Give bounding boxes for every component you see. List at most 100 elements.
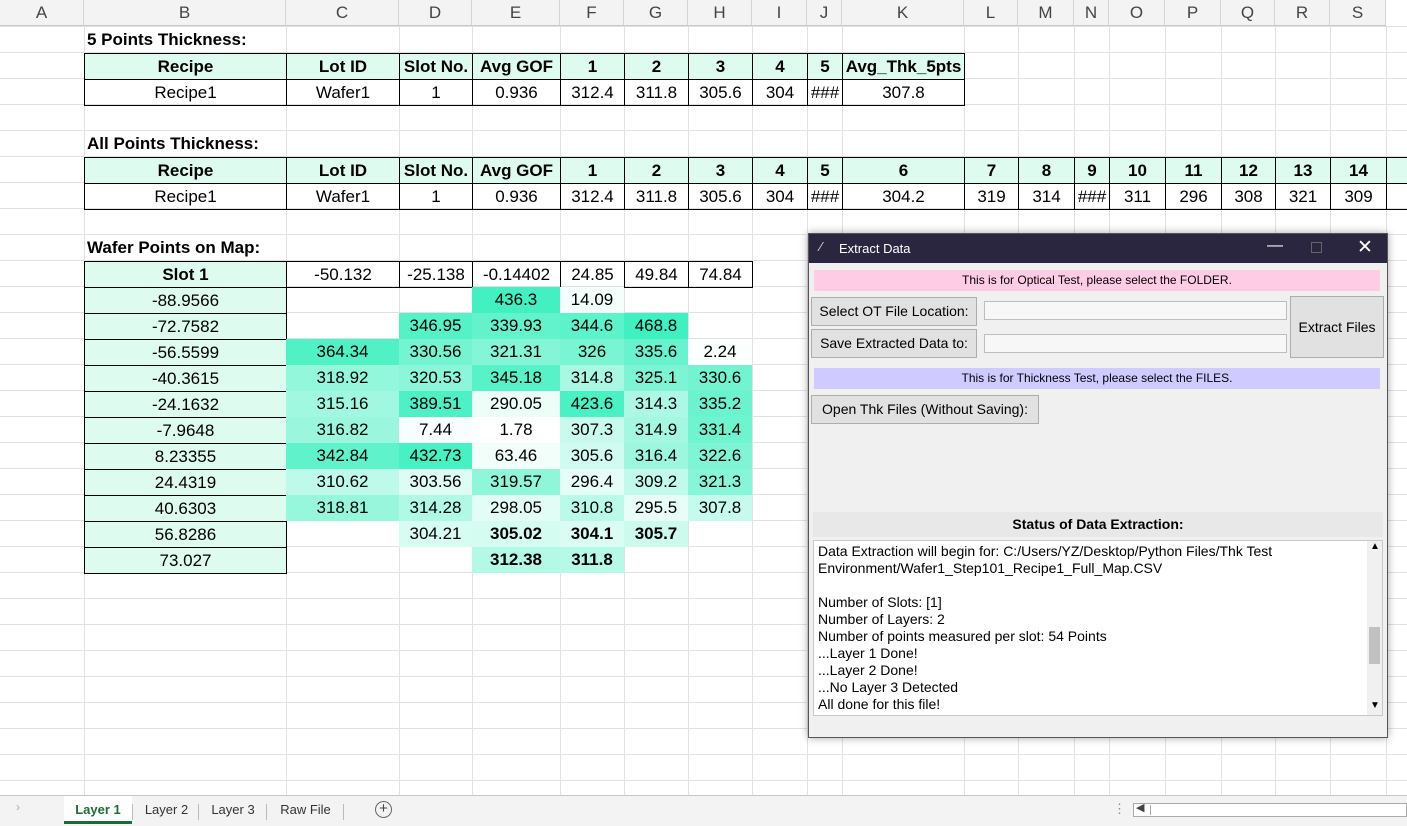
maximize-icon[interactable] xyxy=(1311,242,1322,253)
header-cell[interactable]: 4 xyxy=(752,53,808,80)
y-coord-cell[interactable]: 40.6303 xyxy=(84,495,287,522)
heatmap-cell[interactable]: 315.16 xyxy=(286,391,399,417)
data-cell[interactable]: Wafer1 xyxy=(286,79,400,106)
x-coord-cell[interactable]: -0.14402 xyxy=(472,261,561,288)
header-cell[interactable]: 1 xyxy=(560,53,625,80)
y-coord-cell[interactable]: -40.3615 xyxy=(84,365,287,392)
y-coord-cell[interactable]: -24.1632 xyxy=(84,391,287,418)
heatmap-cell[interactable]: 314.8 xyxy=(560,365,624,391)
header-cell[interactable]: 14 xyxy=(1330,157,1387,184)
heatmap-cell[interactable]: 322.6 xyxy=(688,443,752,469)
data-cell[interactable]: 304 xyxy=(752,183,808,210)
header-cell[interactable]: 2 xyxy=(624,157,689,184)
column-header[interactable]: S xyxy=(1330,0,1386,26)
sheet-tab[interactable]: Layer 3 xyxy=(200,796,266,824)
heatmap-cell[interactable]: 318.81 xyxy=(286,495,399,521)
y-coord-cell[interactable]: -88.9566 xyxy=(84,287,287,314)
heatmap-cell[interactable]: 432.73 xyxy=(399,443,472,469)
heatmap-cell[interactable]: 310.8 xyxy=(560,495,624,521)
scroll-up-arrow-icon[interactable]: ▲ xyxy=(1370,541,1380,552)
header-cell[interactable]: 5 xyxy=(807,157,843,184)
header-cell[interactable]: 1 xyxy=(1386,157,1407,184)
heatmap-cell[interactable]: 295.5 xyxy=(624,495,688,521)
column-header[interactable]: A xyxy=(0,0,84,26)
data-cell[interactable]: 304.2 xyxy=(842,183,965,210)
heatmap-cell[interactable]: 345.18 xyxy=(472,365,560,391)
data-cell[interactable]: ### xyxy=(807,79,843,106)
data-cell[interactable]: 309 xyxy=(1330,183,1387,210)
data-cell[interactable]: ### xyxy=(1074,183,1110,210)
heatmap-cell[interactable]: 389.51 xyxy=(399,391,472,417)
heatmap-cell[interactable]: 305.02 xyxy=(472,521,560,547)
y-coord-cell[interactable]: -56.5599 xyxy=(84,339,287,366)
data-cell[interactable]: Recipe1 xyxy=(84,183,287,210)
heatmap-cell[interactable]: 330.56 xyxy=(399,339,472,365)
sheet-tab[interactable]: Raw File xyxy=(268,796,343,824)
column-header[interactable]: G xyxy=(624,0,688,26)
heatmap-cell[interactable]: 305.6 xyxy=(560,443,624,469)
header-cell[interactable]: Lot ID xyxy=(286,53,400,80)
column-header[interactable]: D xyxy=(399,0,472,26)
status-text-area[interactable]: Data Extraction will begin for: C:/Users… xyxy=(813,540,1383,716)
y-coord-cell[interactable]: -7.9648 xyxy=(84,417,287,444)
heatmap-cell[interactable]: 314.9 xyxy=(624,417,688,443)
data-cell[interactable]: 305.6 xyxy=(688,79,753,106)
header-cell[interactable]: Recipe xyxy=(84,157,287,184)
header-cell[interactable]: Slot No. xyxy=(399,157,473,184)
heatmap-cell[interactable]: 314.28 xyxy=(399,495,472,521)
data-cell[interactable]: 311.8 xyxy=(624,79,689,106)
heatmap-cell[interactable]: 14.09 xyxy=(560,287,624,313)
header-cell[interactable]: 3 xyxy=(688,53,753,80)
data-cell[interactable]: 1 xyxy=(399,183,473,210)
heatmap-cell[interactable]: 321.31 xyxy=(472,339,560,365)
data-cell[interactable]: 319 xyxy=(964,183,1019,210)
data-cell[interactable]: 0.936 xyxy=(472,79,561,106)
data-cell[interactable]: Recipe1 xyxy=(84,79,287,106)
header-cell[interactable]: 2 xyxy=(624,53,689,80)
x-coord-cell[interactable]: 24.85 xyxy=(560,261,625,288)
heatmap-cell[interactable]: 305.7 xyxy=(624,521,688,547)
column-header[interactable]: I xyxy=(752,0,807,26)
column-header[interactable]: R xyxy=(1275,0,1330,26)
section-title-wafer-map[interactable]: Wafer Points on Map: xyxy=(84,235,399,261)
header-cell[interactable]: 4 xyxy=(752,157,808,184)
heatmap-cell[interactable]: 63.46 xyxy=(472,443,560,469)
ot-file-location-field[interactable] xyxy=(984,301,1287,320)
save-location-field[interactable] xyxy=(984,334,1287,353)
save-extracted-data-button[interactable]: Save Extracted Data to: xyxy=(811,329,977,358)
heatmap-cell[interactable]: 307.8 xyxy=(688,495,752,521)
data-cell[interactable]: 1 xyxy=(399,79,473,106)
header-cell[interactable]: 7 xyxy=(964,157,1019,184)
data-cell[interactable]: 2 xyxy=(1386,183,1407,210)
heatmap-cell[interactable]: 307.3 xyxy=(560,417,624,443)
scroll-down-arrow-icon[interactable]: ▼ xyxy=(1370,700,1380,711)
heatmap-cell[interactable]: 321.3 xyxy=(688,469,752,495)
data-cell[interactable]: 296 xyxy=(1165,183,1222,210)
header-cell[interactable]: 11 xyxy=(1165,157,1222,184)
y-coord-cell[interactable]: -72.7582 xyxy=(84,313,287,340)
x-coord-cell[interactable]: 49.84 xyxy=(624,261,689,288)
data-cell[interactable]: 307.8 xyxy=(842,79,965,106)
close-icon[interactable]: ✕ xyxy=(1357,236,1373,259)
heatmap-cell[interactable]: 342.84 xyxy=(286,443,399,469)
data-cell[interactable]: 314 xyxy=(1018,183,1075,210)
y-coord-cell[interactable]: 8.23355 xyxy=(84,443,287,470)
header-cell[interactable]: 13 xyxy=(1275,157,1331,184)
select-ot-file-location-button[interactable]: Select OT File Location: xyxy=(811,297,977,326)
column-header[interactable]: L xyxy=(964,0,1018,26)
header-cell[interactable]: 9 xyxy=(1074,157,1110,184)
heatmap-cell[interactable]: 318.92 xyxy=(286,365,399,391)
sheet-tab[interactable]: Layer 1 xyxy=(64,796,132,824)
column-header[interactable]: F xyxy=(560,0,624,26)
column-header[interactable]: E xyxy=(472,0,560,26)
minimize-icon[interactable]: — xyxy=(1267,237,1283,255)
heatmap-cell[interactable]: 364.34 xyxy=(286,339,399,365)
x-coord-cell[interactable]: -25.138 xyxy=(399,261,473,288)
y-coord-cell[interactable]: 24.4319 xyxy=(84,469,287,496)
y-coord-cell[interactable]: 73.027 xyxy=(84,547,287,574)
tab-scroll-left-icon[interactable]: › xyxy=(16,800,20,814)
status-scrollbar[interactable]: ▲ ▼ xyxy=(1367,541,1382,715)
heatmap-cell[interactable]: 325.1 xyxy=(624,365,688,391)
data-cell[interactable]: 321 xyxy=(1275,183,1331,210)
header-cell[interactable]: 1 xyxy=(560,157,625,184)
